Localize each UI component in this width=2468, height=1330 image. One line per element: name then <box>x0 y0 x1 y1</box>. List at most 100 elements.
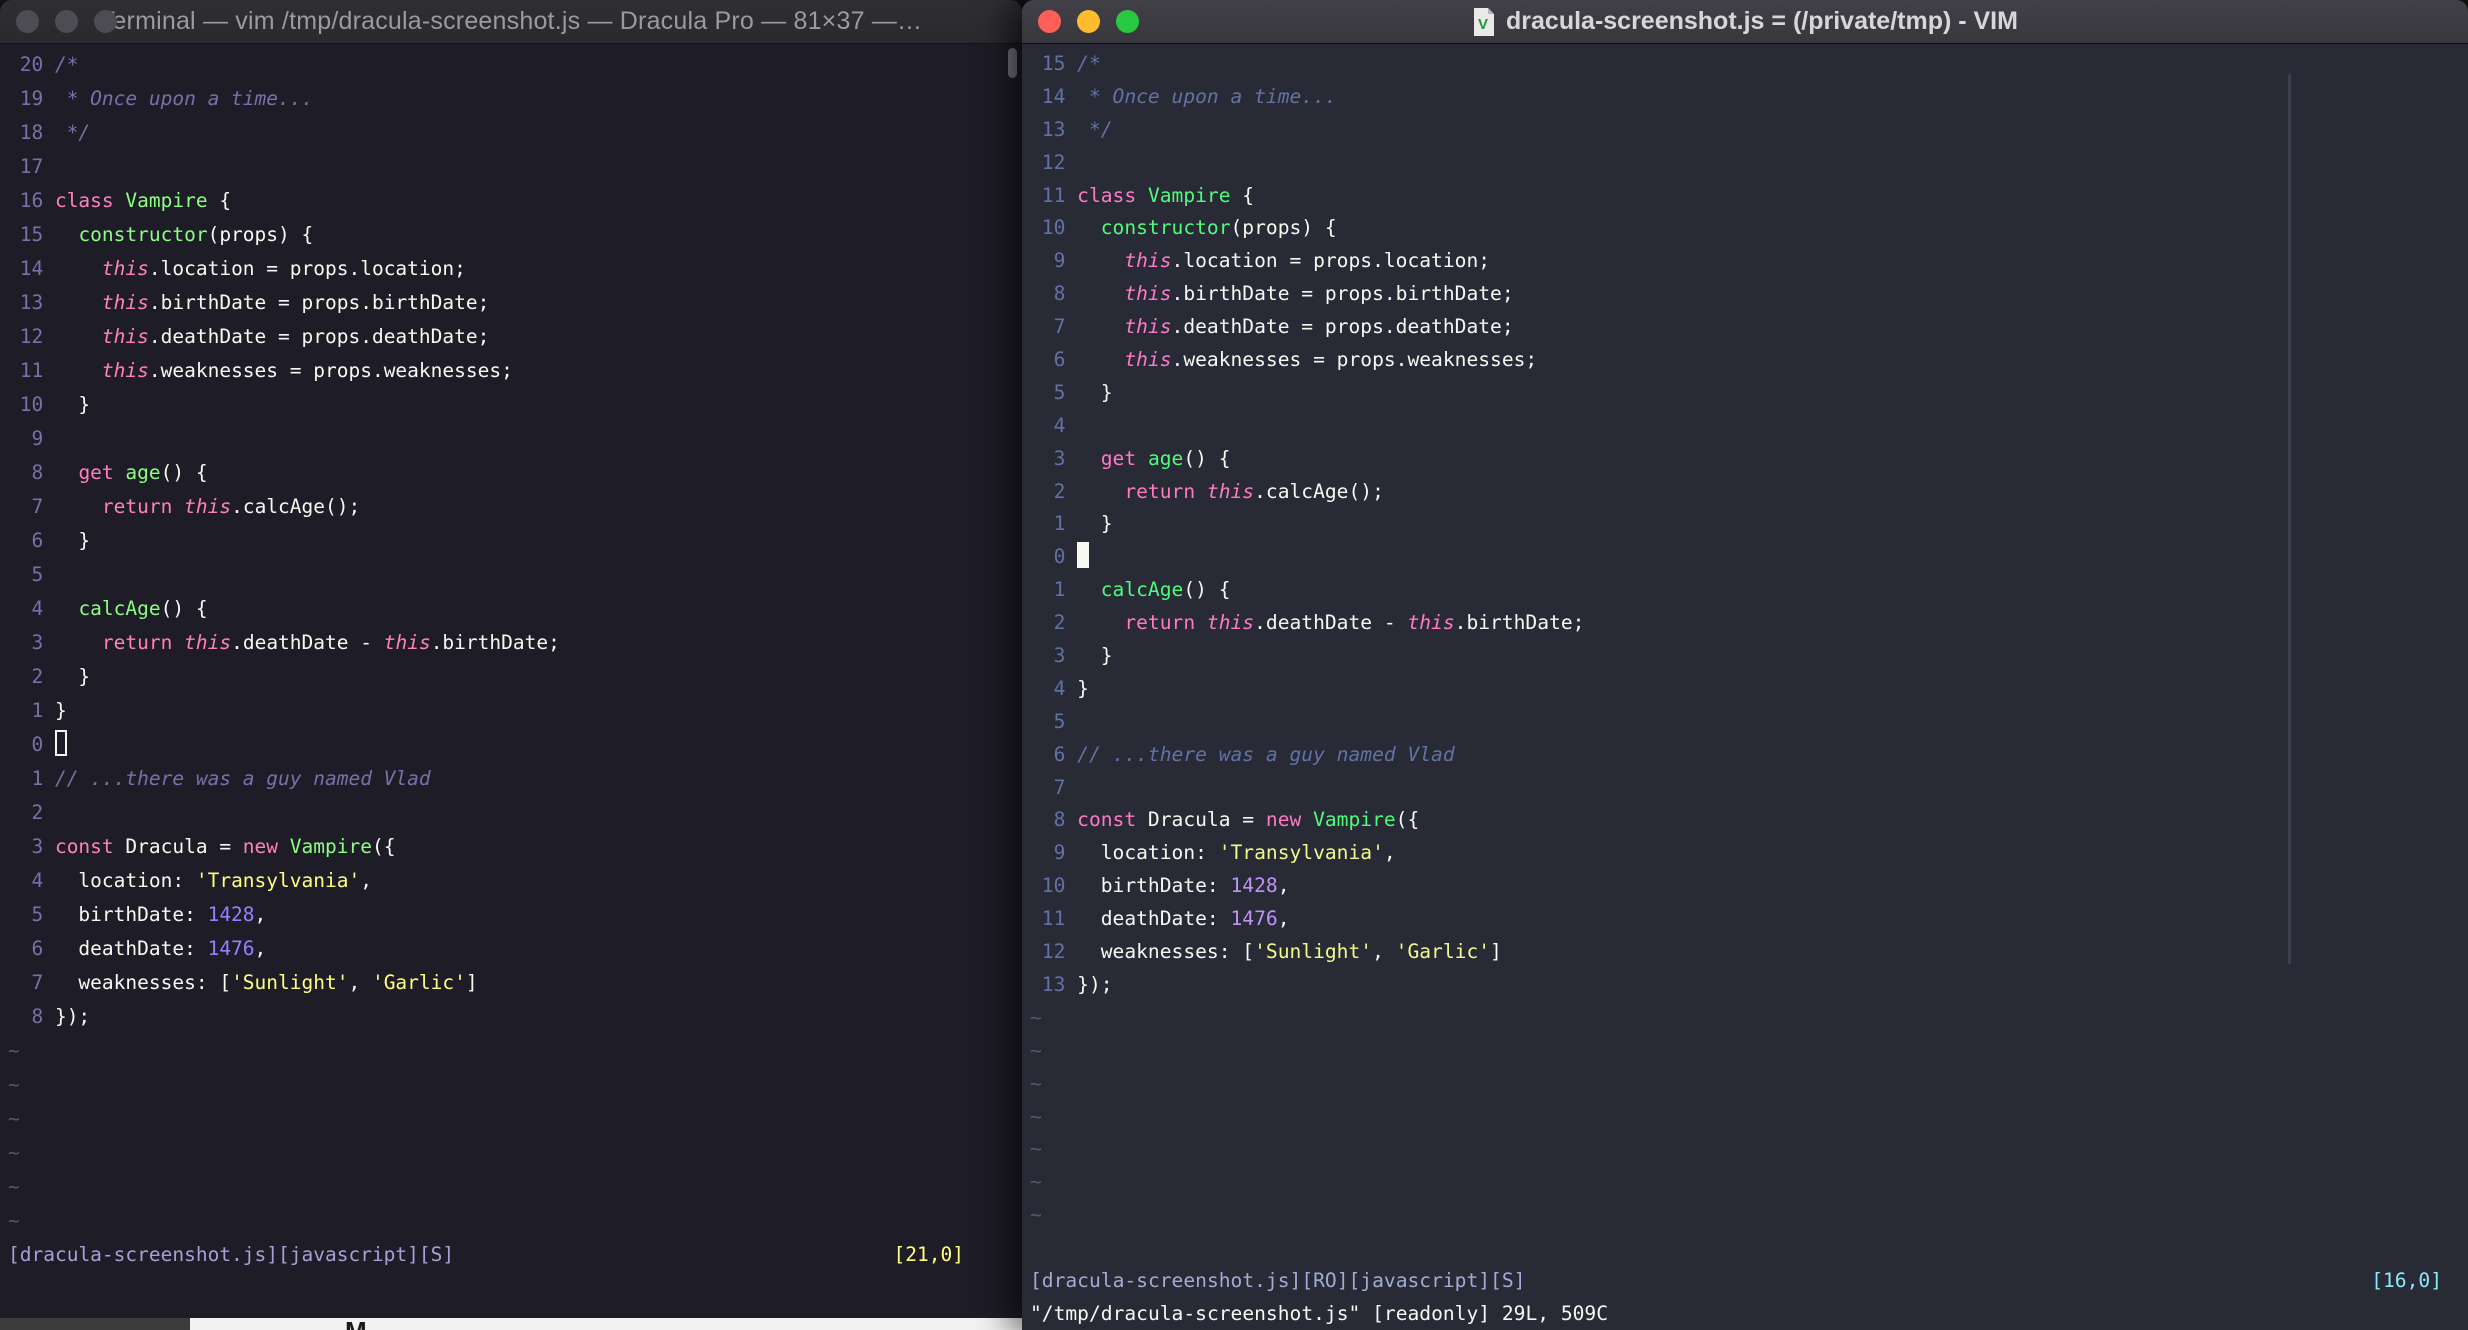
line-number: 10 <box>1041 216 1066 240</box>
code-line: 6// ...there was a guy named Vlad <box>1030 739 2468 772</box>
statusline-file-info: [dracula-screenshot.js][RO][javascript][… <box>1030 1269 1526 1292</box>
line-number: 12 <box>19 325 44 348</box>
line-number: 11 <box>1041 183 1066 207</box>
tilde-line: ~ <box>8 1175 20 1198</box>
code-line: 4 calcAge() { <box>8 592 1022 626</box>
code-line: 3 const Dracula = new Vampire({ <box>8 830 1022 864</box>
line-number: 2 <box>31 665 44 688</box>
tilde-line: ~ <box>8 1141 20 1164</box>
background-dark-area <box>0 1318 190 1330</box>
line-number: 4 <box>1053 676 1066 700</box>
statusline-ruler: [16,0] <box>2371 1269 2442 1292</box>
background-window-strip: M. <box>0 1318 1022 1330</box>
macvim-window: V dracula-screenshot.js = (/private/tmp)… <box>1022 0 2468 1330</box>
window-title-text: dracula-screenshot.js = (/private/tmp) -… <box>1506 7 2018 35</box>
terminal-titlebar[interactable]: Terminal — vim /tmp/dracula-screenshot.j… <box>0 0 1022 44</box>
line-number: 8 <box>1053 282 1066 306</box>
code-line: 8 const Dracula = new Vampire({ <box>1030 804 2468 837</box>
window-title: Terminal — vim /tmp/dracula-screenshot.j… <box>99 7 923 35</box>
line-number: 2 <box>1053 611 1066 635</box>
code-line: 6 } <box>8 524 1022 558</box>
vim-cursor <box>1077 542 1089 569</box>
code-line: 2 return this.deathDate - this.birthDate… <box>1030 607 2468 640</box>
code-line: 9 this.location = props.location; <box>1030 245 2468 278</box>
vim-buffer[interactable]: 15/* 14 * Once upon a time... 13 */12 11 cla… <box>1022 44 2468 1330</box>
scrollbar-thumb[interactable] <box>1008 48 1017 78</box>
line-number: 4 <box>31 869 44 892</box>
macvim-titlebar[interactable]: V dracula-screenshot.js = (/private/tmp)… <box>1022 0 2468 44</box>
line-number: 15 <box>19 223 44 246</box>
line-number: 14 <box>19 257 44 280</box>
statusline-ruler: [21,0] <box>893 1243 964 1266</box>
code-line: 1// ...there was a guy named Vlad <box>8 762 1022 796</box>
background-white-area: M. <box>190 1318 1022 1330</box>
line-number: 7 <box>1053 775 1066 799</box>
line-number: 6 <box>1053 348 1066 372</box>
line-number: 1 <box>31 767 44 790</box>
code-line: 7 <box>1030 772 2468 805</box>
vim-cursor <box>54 730 67 756</box>
code-line: 2 return this.calcAge(); <box>1030 476 2468 509</box>
line-number: 9 <box>1053 841 1066 865</box>
code-line: 15/* <box>1030 48 2468 81</box>
code-line: 5 <box>1030 706 2468 739</box>
code-line: 3 return this.deathDate - this.birthDate… <box>8 626 1022 660</box>
code-line: 8}); <box>8 1000 1022 1034</box>
line-number: 7 <box>31 971 44 994</box>
code-line: 11 this.weaknesses = props.weaknesses; <box>8 354 1022 388</box>
code-line: 4 location: 'Transylvania', <box>8 864 1022 898</box>
window-title: V dracula-screenshot.js = (/private/tmp)… <box>1022 7 2468 36</box>
line-number: 20 <box>19 53 44 76</box>
minimize-button[interactable] <box>55 10 78 33</box>
line-number: 7 <box>31 495 44 518</box>
line-number: 2 <box>1053 479 1066 503</box>
zoom-button[interactable] <box>1116 10 1139 33</box>
tilde-line: ~ <box>1030 1137 1042 1161</box>
line-number: 3 <box>31 631 44 654</box>
line-number: 2 <box>31 801 44 824</box>
line-number: 13 <box>1041 972 1066 996</box>
code-line: 2 } <box>8 660 1022 694</box>
line-number: 18 <box>19 121 44 144</box>
code-line: 0 <box>1030 541 2468 574</box>
background-text-fragment: M. <box>345 1318 374 1330</box>
code-line: 11 deathDate: 1476, <box>1030 903 2468 936</box>
code-line: 9 <box>8 422 1022 456</box>
traffic-lights-active <box>1038 10 1139 33</box>
terminal-window: Terminal — vim /tmp/dracula-screenshot.j… <box>0 0 1022 1318</box>
line-number: 16 <box>19 189 44 212</box>
line-number: 10 <box>1041 874 1066 898</box>
code-line: 9 location: 'Transylvania', <box>1030 837 2468 870</box>
line-number: 9 <box>1053 249 1066 273</box>
code-line: 7 this.deathDate = props.deathDate; <box>1030 311 2468 344</box>
line-number: 5 <box>1053 709 1066 733</box>
code-line: 1 } <box>1030 508 2468 541</box>
line-number: 4 <box>31 597 44 620</box>
line-number: 13 <box>19 291 44 314</box>
code-line: 2 <box>8 796 1022 830</box>
code-line: 14 * Once upon a time... <box>1030 81 2468 114</box>
line-number: 6 <box>1053 742 1066 766</box>
code-line: 16 class Vampire { <box>8 184 1022 218</box>
traffic-lights-inactive <box>16 10 117 33</box>
code-line: 7 weaknesses: ['Sunlight', 'Garlic'] <box>8 966 1022 1000</box>
tilde-line: ~ <box>8 1209 20 1232</box>
vim-document-icon: V <box>1472 7 1496 36</box>
scrollbar-thumb[interactable] <box>2288 74 2291 964</box>
code-line: 10 birthDate: 1428, <box>1030 870 2468 903</box>
code-line: 5 birthDate: 1428, <box>8 898 1022 932</box>
code-line: 4 <box>1030 410 2468 443</box>
zoom-button[interactable] <box>94 10 117 33</box>
close-button[interactable] <box>16 10 39 33</box>
code-line: 5 } <box>1030 377 2468 410</box>
vim-statusline: [dracula-screenshot.js][RO][javascript][… <box>1022 1265 2468 1298</box>
line-number: 5 <box>1053 380 1066 404</box>
minimize-button[interactable] <box>1077 10 1100 33</box>
line-number: 6 <box>31 937 44 960</box>
tilde-line: ~ <box>1030 1005 1042 1029</box>
line-number: 8 <box>31 461 44 484</box>
line-number: 1 <box>31 699 44 722</box>
close-button[interactable] <box>1038 10 1061 33</box>
line-number: 6 <box>31 529 44 552</box>
vim-buffer[interactable]: 20/* 19 * Once upon a time... 18 */17 16 cla… <box>0 44 1022 1318</box>
